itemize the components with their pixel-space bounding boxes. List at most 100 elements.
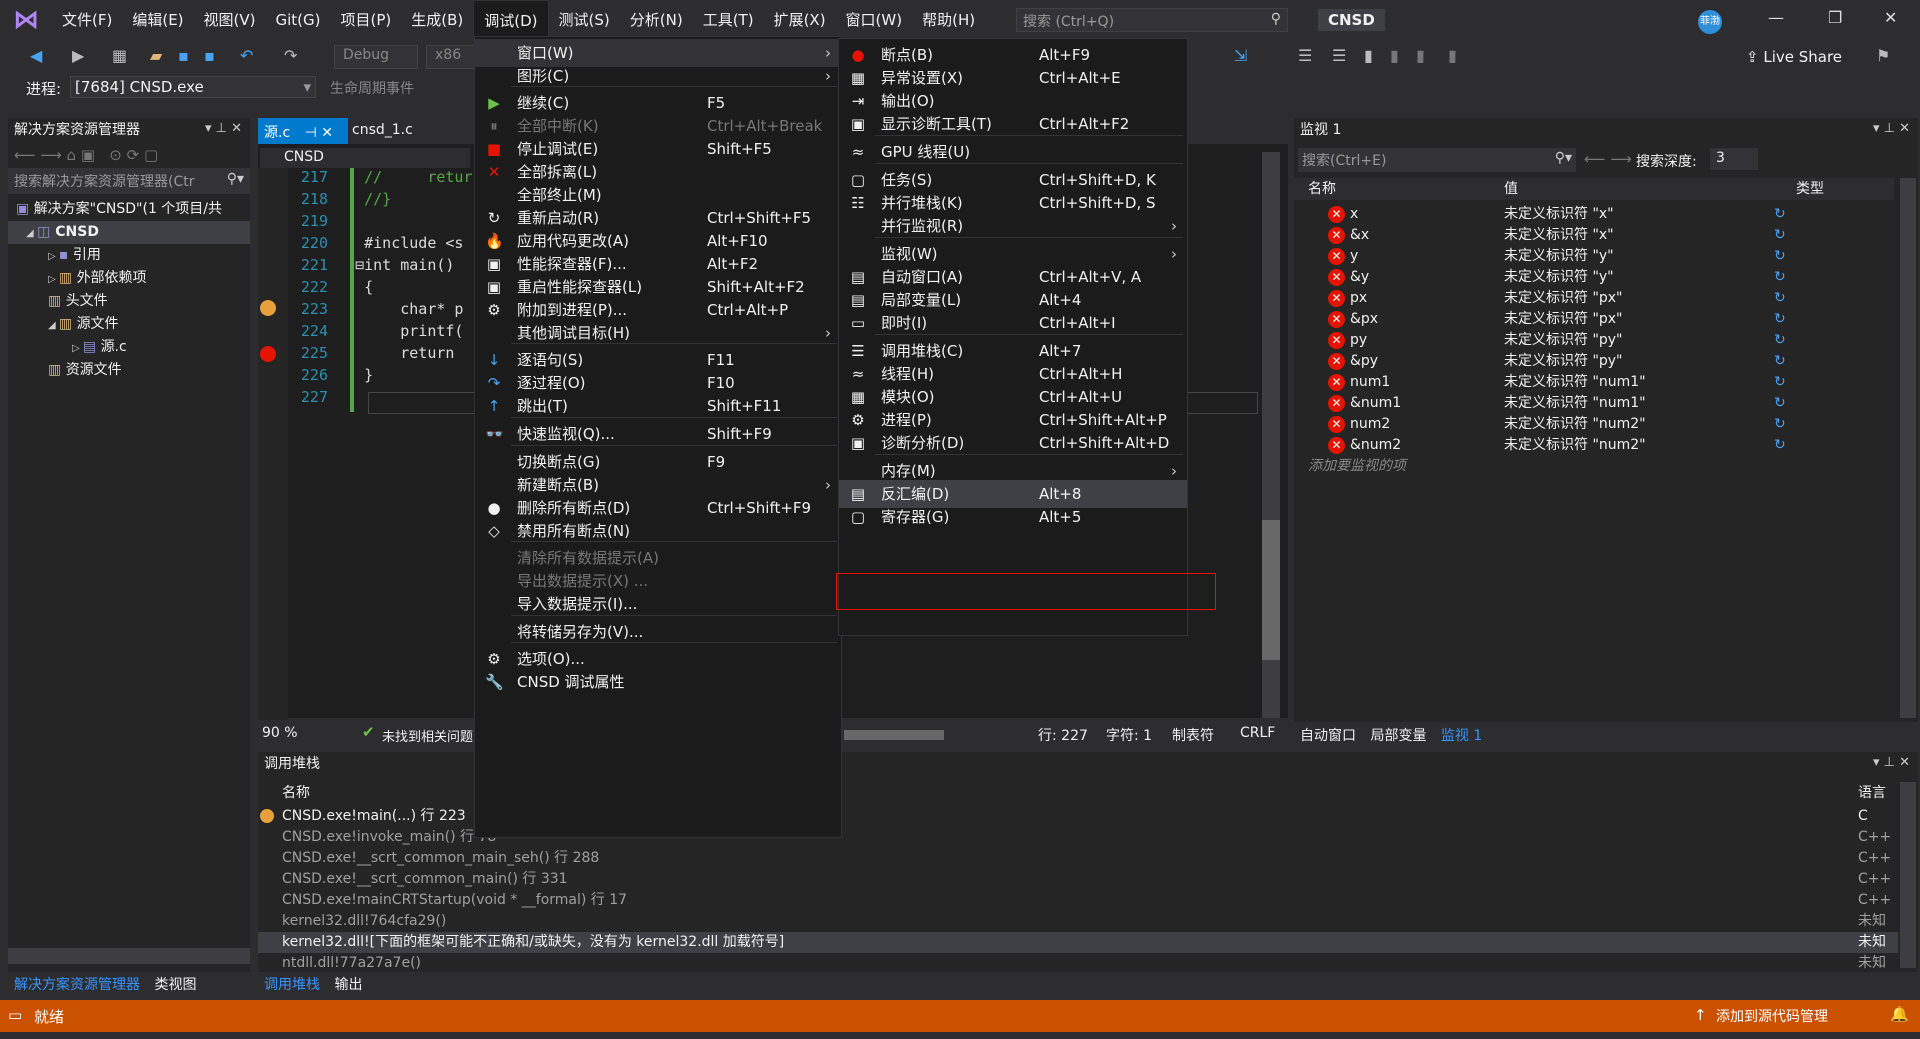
- watch-name[interactable]: &x: [1350, 225, 1369, 246]
- tab-solution-explorer[interactable]: 解决方案资源管理器: [14, 977, 140, 993]
- call-stack-row[interactable]: kernel32.dll![下面的框架可能不正确和/或缺失，没有为 kernel…: [258, 932, 1898, 953]
- header-language[interactable]: 语言: [1858, 782, 1886, 804]
- forward-icon[interactable]: ▶: [72, 46, 84, 65]
- pin-icon[interactable]: ⊣: [305, 125, 317, 141]
- menu-6[interactable]: 调试(D): [473, 0, 549, 40]
- code-line[interactable]: 226 }: [288, 364, 473, 386]
- menu-9[interactable]: 工具(T): [693, 0, 764, 40]
- watch-row[interactable]: ✕ py 未定义标识符 "py" ↻: [1294, 330, 1894, 351]
- header-value[interactable]: 值: [1504, 178, 1518, 200]
- vertical-scrollbar[interactable]: [1900, 178, 1916, 718]
- panel-controls-icon[interactable]: ▾ ⊥ ✕: [1873, 121, 1910, 136]
- code-line[interactable]: 224 printf(: [288, 320, 473, 342]
- watch-row[interactable]: ✕ &y 未定义标识符 "y" ↻: [1294, 267, 1894, 288]
- debug-menu-item[interactable]: 导入数据提示(I)...: [475, 590, 841, 618]
- search-input[interactable]: 搜索 (Ctrl+Q) ⚲: [1016, 8, 1288, 32]
- notification-icon[interactable]: 🔔: [1890, 1005, 1909, 1023]
- refresh-icon[interactable]: ↻: [1774, 225, 1786, 246]
- tab-watch-1[interactable]: 监视 1: [1441, 728, 1482, 744]
- visual-studio-logo-icon[interactable]: ⋈: [0, 0, 52, 40]
- refresh-icon[interactable]: ↻: [1774, 267, 1786, 288]
- tab-source-c[interactable]: 源.c ⊣ ✕: [258, 118, 348, 144]
- call-stack-row[interactable]: CNSD.exe!mainCRTStartup(void * __formal)…: [258, 890, 1898, 911]
- bookmark-icon[interactable]: ▮: [1364, 46, 1373, 65]
- save-all-icon[interactable]: ▪: [204, 46, 215, 65]
- window-menu-item[interactable]: ▭ 即时(I) Ctrl+Alt+I: [839, 309, 1187, 337]
- code-line[interactable]: 225 return: [288, 342, 473, 364]
- debug-menu-item[interactable]: 👓 快速监视(Q)... Shift+F9: [475, 420, 841, 448]
- debug-menu-item[interactable]: 🔧 CNSD 调试属性: [475, 668, 841, 696]
- horizontal-scrollbar[interactable]: [844, 730, 944, 740]
- menu-11[interactable]: 窗口(W): [836, 0, 913, 40]
- feedback-icon[interactable]: ⚑: [1876, 46, 1890, 65]
- tree-item[interactable]: ◢ ▥ 源文件: [8, 313, 250, 336]
- tree-item[interactable]: ▷ ▤ 源.c: [8, 336, 250, 359]
- refresh-icon[interactable]: ↻: [1774, 435, 1786, 456]
- close-icon[interactable]: ✕: [321, 125, 333, 141]
- vertical-scrollbar[interactable]: [1900, 782, 1916, 968]
- refresh-icon[interactable]: ↻: [1774, 246, 1786, 267]
- watch-name[interactable]: &y: [1350, 267, 1369, 288]
- header-type[interactable]: 类型: [1796, 178, 1824, 200]
- watch-name[interactable]: py: [1350, 330, 1367, 351]
- call-stack-row[interactable]: CNSD.exe!__scrt_common_main() 行 331 C++: [258, 869, 1898, 890]
- tab-cnsd-1-c[interactable]: cnsd_1.c: [352, 122, 413, 138]
- call-stack-row[interactable]: CNSD.exe!__scrt_common_main_seh() 行 288 C…: [258, 848, 1898, 869]
- tab-class-view[interactable]: 类视图: [154, 977, 196, 993]
- expand-arrow-icon[interactable]: ▷: [48, 274, 59, 285]
- watch-name[interactable]: &px: [1350, 309, 1378, 330]
- next-bookmark-icon[interactable]: ▮: [1416, 46, 1425, 65]
- tab-autos[interactable]: 自动窗口: [1300, 728, 1356, 744]
- watch-row[interactable]: ✕ px 未定义标识符 "px" ↻: [1294, 288, 1894, 309]
- tab-call-stack[interactable]: 调用堆栈: [264, 977, 320, 993]
- watch-row[interactable]: ✕ num2 未定义标识符 "num2" ↻: [1294, 414, 1894, 435]
- avatar[interactable]: 菲渤: [1698, 10, 1722, 34]
- watch-name[interactable]: &py: [1350, 351, 1378, 372]
- scrollbar-thumb[interactable]: [1262, 520, 1280, 660]
- refresh-icon[interactable]: ↻: [1774, 288, 1786, 309]
- restore-icon[interactable]: ❐: [1828, 8, 1842, 27]
- watch-name[interactable]: &num2: [1350, 435, 1401, 456]
- code-line[interactable]: 221 ⊟int main(): [288, 254, 473, 276]
- window-menu-item[interactable]: ▣ 诊断分析(D) Ctrl+Shift+Alt+D: [839, 429, 1187, 457]
- window-menu-item[interactable]: ▢ 寄存器(G) Alt+5: [839, 503, 1187, 531]
- watch-name[interactable]: &num1: [1350, 393, 1401, 414]
- menu-12[interactable]: 帮助(H): [912, 0, 985, 40]
- watch-row[interactable]: ✕ &x 未定义标识符 "x" ↻: [1294, 225, 1894, 246]
- code-line[interactable]: 218 //}: [288, 188, 473, 210]
- watch-name[interactable]: px: [1350, 288, 1367, 309]
- solution-search-input[interactable]: 搜索解决方案资源管理器(Ctr ⚲▾: [8, 168, 250, 194]
- menu-2[interactable]: 视图(V): [194, 0, 266, 40]
- menu-8[interactable]: 分析(N): [620, 0, 693, 40]
- prev-bookmark-icon[interactable]: ▮: [1390, 46, 1399, 65]
- lifecycle-events[interactable]: 生命周期事件: [330, 78, 414, 98]
- refresh-icon[interactable]: ↻: [1774, 372, 1786, 393]
- expand-arrow-icon[interactable]: ▷: [48, 251, 59, 262]
- code-line[interactable]: 220 #include <s: [288, 232, 473, 254]
- expand-arrow-icon[interactable]: ◢: [48, 320, 59, 331]
- watch-row[interactable]: ✕ &num1 未定义标识符 "num1" ↻: [1294, 393, 1894, 414]
- close-icon[interactable]: ✕: [1884, 8, 1897, 27]
- new-project-icon[interactable]: ▦: [112, 46, 127, 65]
- code-line[interactable]: 217 // retur: [288, 166, 473, 188]
- watch-row[interactable]: ✕ &num2 未定义标识符 "num2" ↻: [1294, 435, 1894, 456]
- expand-arrow-icon[interactable]: ▷: [72, 343, 83, 354]
- refresh-icon[interactable]: ↻: [1774, 351, 1786, 372]
- watch-row[interactable]: ✕ num1 未定义标识符 "num1" ↻: [1294, 372, 1894, 393]
- platform-dropdown[interactable]: x86: [426, 45, 476, 69]
- menu-7[interactable]: 测试(S): [549, 0, 620, 40]
- watch-name[interactable]: y: [1350, 246, 1358, 267]
- code-line[interactable]: 223 char* p: [288, 298, 473, 320]
- source-control-button[interactable]: 添加到源代码管理: [1716, 1006, 1828, 1026]
- menu-5[interactable]: 生成(B): [401, 0, 473, 40]
- menu-10[interactable]: 扩展(X): [764, 0, 836, 40]
- live-share-button[interactable]: ⇪ Live Share: [1746, 48, 1842, 66]
- tab-locals[interactable]: 局部变量: [1370, 728, 1426, 744]
- refresh-icon[interactable]: ↻: [1774, 309, 1786, 330]
- tab-output[interactable]: 输出: [334, 977, 362, 993]
- refresh-icon[interactable]: ↻: [1774, 414, 1786, 435]
- header-name[interactable]: 名称: [282, 782, 310, 804]
- back-icon[interactable]: ◀: [30, 46, 42, 65]
- refresh-icon[interactable]: ↻: [1774, 393, 1786, 414]
- issues-status[interactable]: 未找到相关问题: [382, 726, 473, 745]
